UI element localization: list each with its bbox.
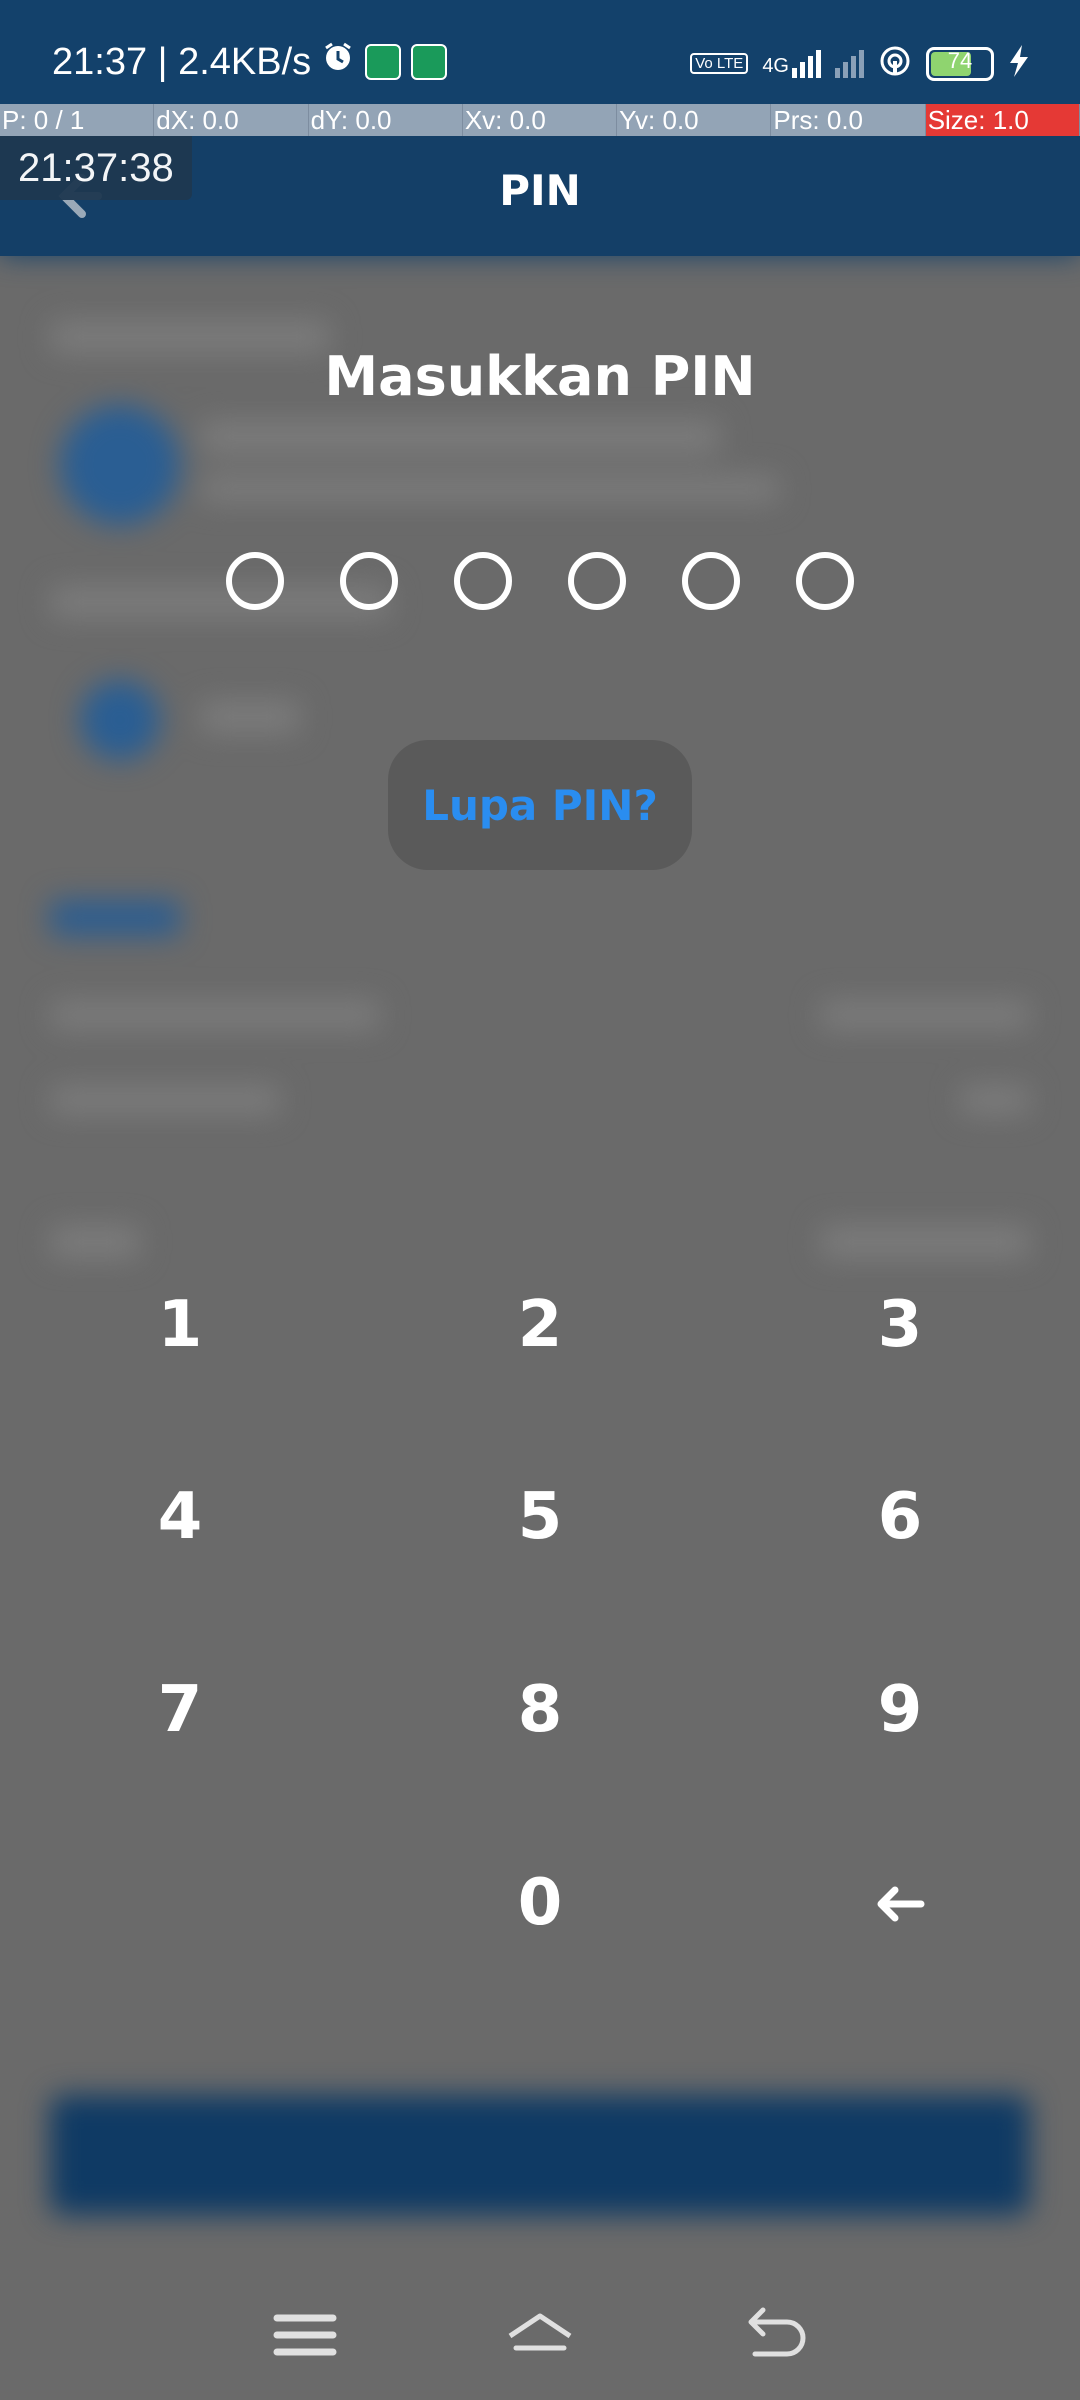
pin-dot [568, 552, 626, 610]
key-0[interactable]: 0 [440, 1843, 640, 1963]
background-line [200, 700, 300, 734]
background-primary-button [50, 2095, 1030, 2215]
backspace-arrow-icon [873, 1866, 927, 1940]
pointer-debug-bar: P: 0 / 1 dX: 0.0 dY: 0.0 Xv: 0.0 Yv: 0.0… [0, 104, 1080, 136]
pin-dot [682, 552, 740, 610]
debug-dx: dX: 0.0 [154, 104, 309, 136]
pin-dot [796, 552, 854, 610]
debug-dy: dY: 0.0 [309, 104, 463, 136]
background-avatar [60, 405, 180, 525]
key-2[interactable]: 2 [440, 1265, 640, 1385]
signal-icon: 4G [762, 49, 821, 78]
key-6[interactable]: 6 [800, 1457, 1000, 1577]
debug-xv: Xv: 0.0 [463, 104, 618, 136]
background-line [50, 1000, 380, 1030]
pin-dot [454, 552, 512, 610]
status-right: Vo LTE 4G 74 [690, 44, 1030, 83]
background-section-title [50, 900, 180, 936]
debug-pointer-count: P: 0 / 1 [0, 104, 155, 136]
system-nav-bar [0, 2270, 1080, 2400]
status-left: 21:37 | 2.4KB/s [52, 40, 448, 84]
alarm-icon [321, 40, 355, 84]
pin-heading: Masukkan PIN [324, 345, 756, 408]
gallery-notification-icon [411, 44, 448, 80]
debug-yv: Yv: 0.0 [617, 104, 772, 136]
background-line [960, 1085, 1030, 1115]
background-line [50, 1085, 280, 1115]
signal-weak-icon [835, 49, 864, 78]
hotspot-icon [878, 44, 912, 83]
battery-icon: 74 [926, 46, 994, 81]
gallery-notification-icon [365, 44, 402, 80]
charging-icon [1008, 45, 1030, 82]
debug-size: Size: 1.0 [925, 104, 1080, 136]
page-title: PIN [499, 166, 581, 215]
key-4[interactable]: 4 [80, 1457, 280, 1577]
status-time-speed: 21:37 | 2.4KB/s [52, 40, 312, 83]
background-line [200, 420, 720, 454]
background-line [820, 1000, 1030, 1030]
pin-dot [226, 552, 284, 610]
background-line [820, 1225, 1030, 1259]
return-icon[interactable] [735, 2300, 815, 2370]
menu-icon[interactable] [265, 2300, 345, 2370]
pin-indicator [0, 552, 1080, 610]
key-9[interactable]: 9 [800, 1650, 1000, 1770]
background-line [200, 475, 780, 503]
backspace-button[interactable] [800, 1843, 1000, 1963]
status-bar: 21:37 | 2.4KB/s Vo LTE 4G 74 [0, 0, 1080, 104]
background-line [50, 1225, 140, 1259]
key-7[interactable]: 7 [80, 1650, 280, 1770]
debug-pressure: Prs: 0.0 [771, 104, 926, 136]
key-1[interactable]: 1 [80, 1265, 280, 1385]
pin-dot [340, 552, 398, 610]
key-3[interactable]: 3 [800, 1265, 1000, 1385]
forgot-pin-button[interactable]: Lupa PIN? [388, 740, 692, 870]
key-8[interactable]: 8 [440, 1650, 640, 1770]
key-5[interactable]: 5 [440, 1457, 640, 1577]
volte-icon: Vo LTE [690, 53, 749, 74]
background-icon [80, 680, 160, 760]
home-icon[interactable] [500, 2300, 580, 2370]
